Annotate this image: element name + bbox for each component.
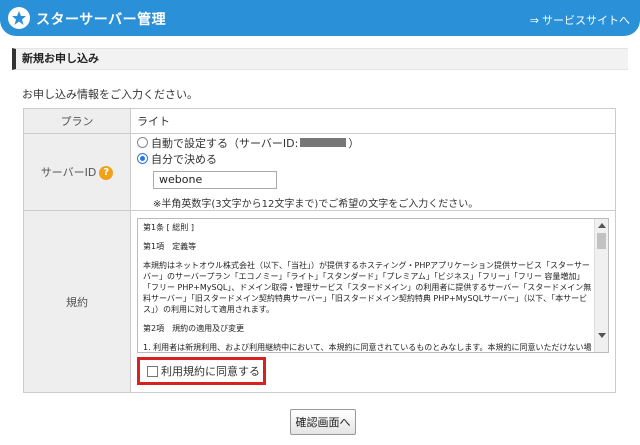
agree-terms-checkbox-wrapper[interactable]: 利用規約に同意する — [137, 357, 266, 385]
radio-auto-label-close: ） — [348, 136, 360, 150]
radio-auto[interactable] — [137, 137, 148, 148]
plan-value: ライト — [130, 108, 616, 134]
agree-terms-checkbox[interactable] — [147, 365, 158, 377]
server-id-label-text: サーバーID — [40, 166, 97, 179]
application-form: プラン ライト サーバーID? 自動で設定する（サーバーID: ） 自分で決める … — [23, 108, 616, 393]
app-header: スターサーバー管理 ⇒ サービスサイトへ — [0, 0, 640, 36]
plan-label: プラン — [23, 108, 131, 134]
terms-line: 第1項 定義等 — [143, 242, 197, 251]
terms-line: 第1条 [ 総則 ] — [143, 223, 194, 232]
radio-auto-label: 自動で設定する（サーバーID: — [151, 136, 299, 150]
plan-row: プラン ライト — [23, 108, 616, 134]
terms-label: 規約 — [23, 210, 131, 393]
terms-line: 1. 利用者は新規利用、および利用継続中において、本規約に同意されているものとみ… — [143, 343, 592, 352]
help-icon[interactable]: ? — [99, 166, 114, 180]
scroll-thumb[interactable] — [597, 233, 606, 249]
terms-textarea[interactable]: 第1条 [ 総則 ] 第1項 定義等 本規約はネットオウル株式会社（以下、「当社… — [137, 218, 609, 353]
star-logo-icon — [8, 7, 30, 29]
radio-manual-row[interactable]: 自分で決める — [137, 151, 615, 167]
service-site-link-label: サービスサイトへ — [542, 14, 630, 27]
scroll-up-icon[interactable] — [598, 223, 606, 228]
plan-value-text: ライト — [137, 115, 170, 128]
server-id-input[interactable] — [153, 170, 277, 189]
radio-manual[interactable] — [137, 153, 148, 164]
server-id-note: ※半角英数字(3文字から12文字まで)でご希望の文字をご入力ください。 — [153, 198, 479, 210]
terms-line: 第2項 規約の適用及び変更 — [143, 324, 245, 333]
app-title: スターサーバー管理 — [36, 12, 167, 28]
server-id-label: サーバーID? — [23, 133, 131, 211]
agree-terms-label: 利用規約に同意する — [161, 365, 260, 378]
terms-scrollbar[interactable] — [594, 219, 608, 352]
scroll-down-icon[interactable] — [598, 333, 606, 338]
section-title: 新規お申し込み — [12, 48, 628, 70]
radio-manual-label: 自分で決める — [151, 152, 217, 166]
instruction-text: お申し込み情報をご入力ください。 — [22, 88, 198, 101]
terms-line: 本規約はネットオウル株式会社（以下、「当社」）が提供するホスティング・PHPアプ… — [143, 261, 592, 314]
terms-text: 第1条 [ 総則 ] 第1項 定義等 本規約はネットオウル株式会社（以下、「当社… — [143, 222, 593, 352]
terms-row: 規約 第1条 [ 総則 ] 第1項 定義等 本規約はネットオウル株式会社（以下、… — [23, 210, 616, 393]
masked-server-id — [300, 138, 347, 147]
server-id-row: サーバーID? 自動で設定する（サーバーID: ） 自分で決める ※半角英数字(3… — [23, 133, 616, 211]
terms-value: 第1条 [ 総則 ] 第1項 定義等 本規約はネットオウル株式会社（以下、「当社… — [130, 210, 616, 393]
radio-auto-row[interactable]: 自動で設定する（サーバーID: ） — [137, 135, 615, 151]
arrow-right-icon: ⇒ — [529, 14, 539, 27]
server-id-value: 自動で設定する（サーバーID: ） 自分で決める ※半角英数字(3文字から12文字… — [130, 133, 616, 211]
service-site-link[interactable]: ⇒ サービスサイトへ — [530, 12, 630, 28]
confirm-button[interactable]: 確認画面へ — [290, 409, 356, 435]
